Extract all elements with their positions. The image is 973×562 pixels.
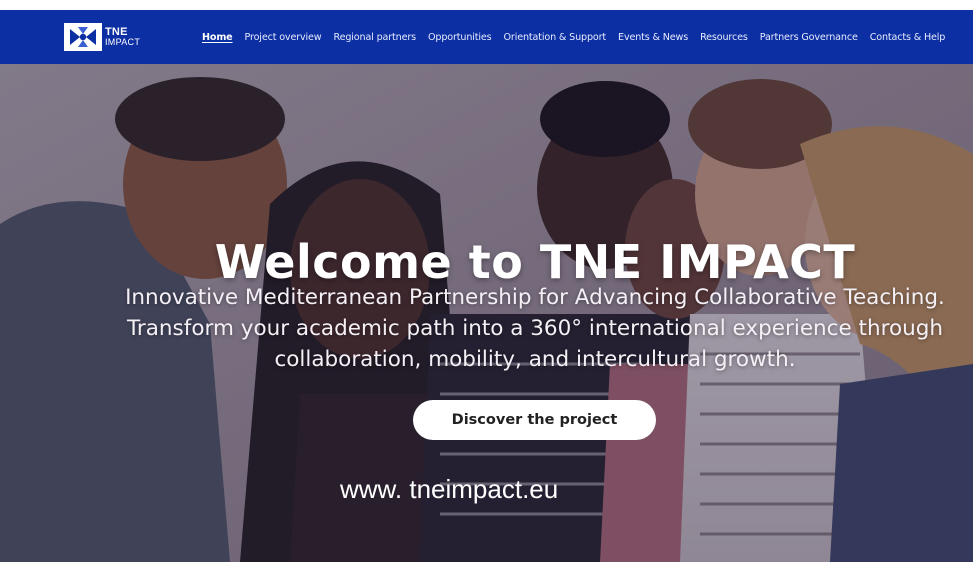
- hero-subtitle: Innovative Mediterranean Partnership for…: [100, 282, 970, 375]
- hero-subtitle-line-3: collaboration, mobility, and intercultur…: [274, 347, 796, 372]
- hero-subtitle-line-2: Transform your academic path into a 360°…: [126, 316, 944, 341]
- site-header: TNE IMPACT Home Project overview Regiona…: [0, 10, 973, 64]
- nav-item-home[interactable]: Home: [202, 32, 233, 43]
- top-strip: [0, 0, 973, 10]
- nav-item-contacts-help[interactable]: Contacts & Help: [870, 32, 946, 43]
- website-url-caption: www. tneimpact.eu: [340, 474, 559, 504]
- site-logo[interactable]: TNE IMPACT: [64, 22, 160, 52]
- nav-item-project-overview[interactable]: Project overview: [245, 32, 322, 43]
- nav-item-partners-governance[interactable]: Partners Governance: [760, 32, 858, 43]
- hero-subtitle-line-1: Innovative Mediterranean Partnership for…: [125, 285, 945, 310]
- discover-project-button[interactable]: Discover the project: [413, 400, 656, 440]
- tne-logo-icon: [64, 23, 102, 51]
- logo-text: TNE IMPACT: [105, 26, 141, 48]
- nav-item-orientation-support[interactable]: Orientation & Support: [504, 32, 607, 43]
- hero-title: Welcome to TNE IMPACT: [214, 234, 856, 289]
- nav-item-regional-partners[interactable]: Regional partners: [334, 32, 417, 43]
- logo-text-line1: TNE: [105, 26, 128, 38]
- nav-item-opportunities[interactable]: Opportunities: [428, 32, 492, 43]
- main-nav: Home Project overview Regional partners …: [202, 10, 957, 64]
- nav-item-resources[interactable]: Resources: [700, 32, 748, 43]
- page: TNE IMPACT Home Project overview Regiona…: [0, 0, 973, 562]
- hero-section: Welcome to TNE IMPACT Innovative Mediter…: [0, 64, 973, 562]
- logo-text-line2: IMPACT: [105, 37, 141, 47]
- nav-item-events-news[interactable]: Events & News: [618, 32, 688, 43]
